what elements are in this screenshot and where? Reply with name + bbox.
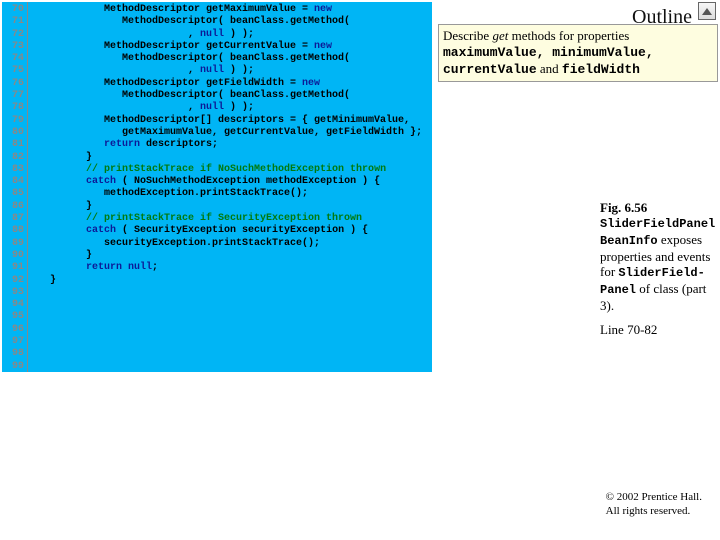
code-content: MethodDescriptor getMaximumValue = new M… <box>28 2 422 372</box>
callout-text-pre: Describe <box>443 28 492 43</box>
line-reference: Line 70-82 <box>600 322 657 338</box>
copyright: © 2002 Prentice Hall. All rights reserve… <box>606 490 702 518</box>
copyright-line1: © 2002 Prentice Hall. <box>606 491 702 503</box>
up-arrow-icon <box>698 2 716 20</box>
callout-and: and <box>537 61 562 76</box>
line-number-gutter: 70 71 72 73 74 75 76 77 78 79 80 81 82 8… <box>2 2 28 372</box>
figure-caption: Fig. 6.56 SliderFieldPanel BeanInfo expo… <box>600 200 716 313</box>
callout-box: Describe get methods for properties maxi… <box>438 24 718 82</box>
callout-em: get <box>492 28 508 43</box>
code-block: 70 71 72 73 74 75 76 77 78 79 80 81 82 8… <box>2 2 432 372</box>
callout-text-mid: methods for properties <box>508 28 629 43</box>
copyright-line2: All rights reserved. <box>606 505 691 517</box>
callout-last: fieldWidth <box>562 62 640 77</box>
figure-label: Fig. 6.56 <box>600 200 647 215</box>
